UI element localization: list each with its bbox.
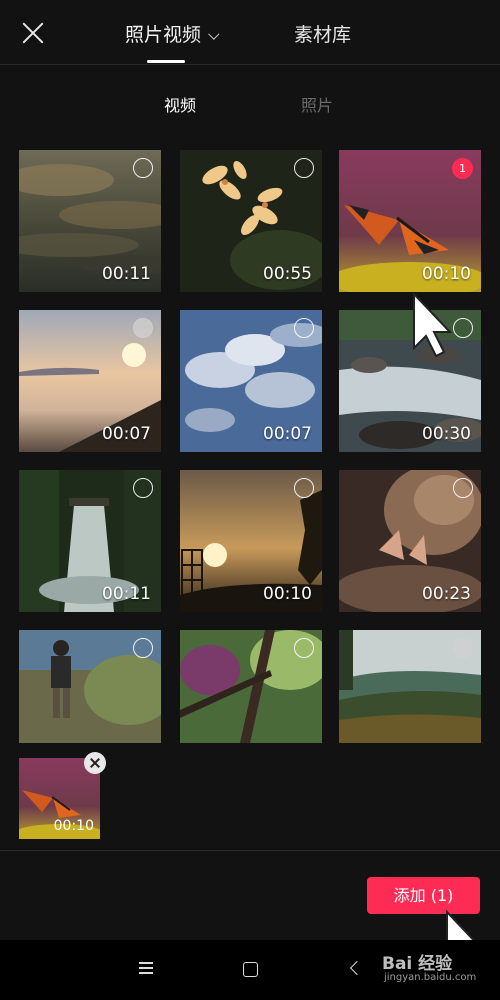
tab-photos-videos[interactable]: 照片视频 [125,20,220,47]
duration-label: 00:07 [263,424,312,444]
remove-selected-icon[interactable] [84,752,106,774]
tab-material-library[interactable]: 素材库 [294,20,351,47]
select-circle[interactable] [453,638,473,658]
media-tile[interactable] [339,630,481,743]
back-icon[interactable] [349,960,365,976]
media-tile[interactable]: 00:07 [180,310,322,452]
duration-label: 00:11 [102,584,151,604]
header-divider [0,64,500,65]
tab-material-library-label: 素材库 [294,24,352,46]
active-tab-indicator [147,60,185,63]
select-circle[interactable] [453,478,473,498]
top-bar: 照片视频 素材库 [0,0,500,64]
select-circle[interactable] [294,638,314,658]
select-circle[interactable] [133,478,153,498]
duration-label: 00:07 [102,424,151,444]
media-tile[interactable]: 00:23 [339,470,481,612]
select-circle[interactable] [133,318,153,338]
home-icon[interactable] [243,962,258,977]
select-circle[interactable] [294,318,314,338]
media-tile[interactable]: 00:07 [19,310,161,452]
select-circle[interactable] [294,158,314,178]
media-tile[interactable]: 00:55 [180,150,322,292]
duration-label: 00:10 [53,818,94,834]
duration-label: 00:10 [263,584,312,604]
media-tile[interactable]: 00:10 [180,470,322,612]
select-circle[interactable] [294,478,314,498]
duration-label: 00:55 [263,264,312,284]
select-circle[interactable] [133,158,153,178]
media-tile[interactable] [180,630,322,743]
duration-label: 00:23 [422,584,471,604]
subtab-photo[interactable]: 照片 [301,92,333,116]
duration-label: 00:10 [422,264,471,284]
close-icon[interactable] [20,20,46,46]
subtab-video[interactable]: 视频 [164,92,196,116]
selected-order-badge[interactable]: 1 [452,158,473,179]
chevron-down-icon [208,28,220,40]
watermark: Bai 经验 [382,954,453,974]
duration-label: 00:11 [102,264,151,284]
media-tile[interactable]: 00:11 [19,150,161,292]
media-tile[interactable] [19,630,161,743]
tab-photos-videos-label: 照片视频 [125,24,202,46]
tray-divider [0,850,500,851]
media-tile[interactable]: 1 00:10 [339,150,481,292]
pointer-cursor-icon [413,291,453,358]
select-circle[interactable] [133,638,153,658]
media-tile[interactable]: 00:11 [19,470,161,612]
watermark-url: jingyan.baidu.com [384,972,477,983]
duration-label: 00:30 [422,424,471,444]
menu-icon[interactable] [139,962,153,974]
